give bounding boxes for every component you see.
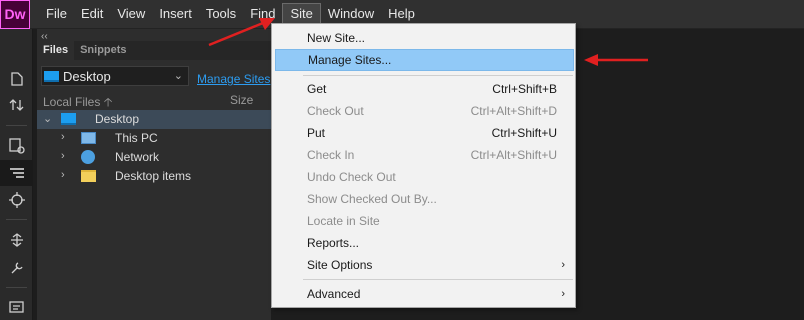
toolbar-separator [6, 125, 27, 126]
target-icon[interactable] [0, 187, 33, 213]
get-put-icon[interactable] [0, 92, 33, 118]
live-view-icon[interactable] [0, 133, 33, 159]
manage-sites-link[interactable]: Manage Sites [197, 72, 270, 86]
tree-item-desktop[interactable]: ⌄ Desktop [37, 110, 271, 129]
tree-item-label: Desktop items [115, 169, 192, 183]
tab-snippets[interactable]: Snippets [74, 41, 132, 60]
menu-window[interactable]: Window [321, 3, 381, 25]
tree-item-label: Desktop [95, 112, 140, 126]
expand-icon[interactable] [0, 227, 33, 253]
menu-separator [303, 279, 573, 280]
folder-icon [81, 170, 96, 182]
sort-arrow-icon: 🡡 [103, 95, 113, 109]
menu-edit[interactable]: Edit [74, 3, 110, 25]
chevron-down-icon: ⌄ [173, 70, 183, 82]
menu-item-advanced[interactable]: Advanced › [275, 283, 574, 305]
tree-item-label: This PC [115, 131, 158, 145]
annotation-arrow-icon [208, 18, 275, 47]
chevron-right-icon[interactable]: › [61, 131, 65, 143]
menu-file[interactable]: File [39, 3, 74, 25]
menu-item-reports[interactable]: Reports... [275, 232, 574, 254]
files-panel-icon[interactable] [0, 160, 33, 186]
monitor-icon [61, 113, 76, 125]
chevron-right-icon: › [561, 259, 565, 271]
files-panel: ‹‹ Files Snippets Desktop ⌄ Manage Sites… [37, 29, 271, 320]
menu-insert[interactable]: Insert [152, 3, 199, 25]
menu-item-get[interactable]: Get Ctrl+Shift+B [275, 78, 574, 100]
menu-help[interactable]: Help [381, 3, 422, 25]
toolbar-separator [6, 219, 27, 220]
menu-item-undo-check-out: Undo Check Out [307, 170, 396, 184]
chevron-right-icon[interactable]: › [61, 169, 65, 181]
menu-item-locate-in-site: Locate in Site [307, 214, 380, 228]
menu-item-check-in: Check In Ctrl+Alt+Shift+U [307, 148, 557, 162]
left-toolbar [0, 29, 33, 320]
site-menu-dropdown: New Site... Manage Sites... Get Ctrl+Shi… [271, 23, 576, 308]
monitor-icon [44, 70, 59, 82]
tree-item-desktop-items[interactable]: › Desktop items [37, 167, 271, 186]
menu-item-show-checked-out-by: Show Checked Out By... [307, 192, 437, 206]
computer-icon [81, 132, 96, 144]
menu-item-put[interactable]: Put Ctrl+Shift+U [275, 122, 574, 144]
comment-icon[interactable] [0, 295, 33, 320]
site-select-value: Desktop [63, 68, 111, 84]
column-size[interactable]: Size [230, 93, 253, 107]
menu-view[interactable]: View [110, 3, 152, 25]
network-icon [81, 150, 95, 164]
tree-item-this-pc[interactable]: › This PC [37, 129, 271, 148]
menu-item-new-site[interactable]: New Site... [275, 27, 574, 49]
menu-item-manage-sites[interactable]: Manage Sites... [275, 49, 574, 71]
site-select[interactable]: Desktop ⌄ [41, 66, 189, 86]
menu-separator [303, 75, 573, 76]
annotation-arrow-icon [584, 54, 648, 66]
chevron-right-icon[interactable]: › [61, 150, 65, 162]
chevron-down-icon[interactable]: ⌄ [43, 112, 52, 125]
tree-item-label: Network [115, 150, 160, 164]
column-header: Local Files 🡡 Size [37, 91, 271, 109]
tree-item-network[interactable]: › Network [37, 148, 271, 167]
tab-files[interactable]: Files [37, 41, 75, 60]
menu-item-site-options[interactable]: Site Options › [275, 254, 574, 276]
toolbar-separator [6, 287, 27, 288]
menu-item-check-out: Check Out Ctrl+Alt+Shift+D [307, 104, 557, 118]
wrench-icon[interactable] [0, 255, 33, 281]
new-document-icon[interactable] [0, 66, 33, 92]
menu-site[interactable]: Site [282, 3, 321, 25]
dreamweaver-logo: Dw [0, 0, 30, 29]
chevron-right-icon: › [561, 288, 565, 300]
